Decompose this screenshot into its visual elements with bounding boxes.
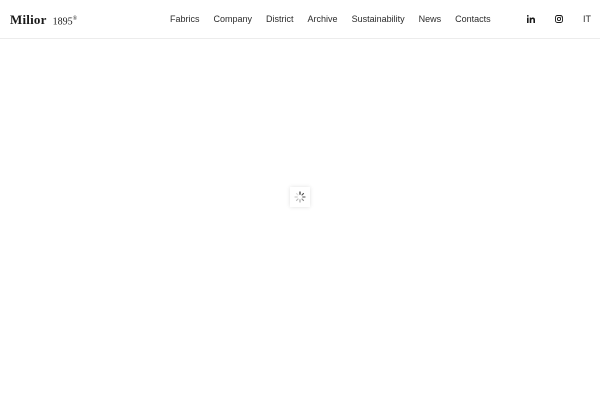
brand-logo[interactable]: Milior 1895® [10, 12, 77, 28]
brand-name: Milior [10, 12, 47, 27]
linkedin-icon[interactable] [525, 13, 537, 25]
loading-spinner [290, 187, 310, 207]
brand-year: 1895® [52, 15, 78, 27]
linkedin-glyph [527, 15, 535, 23]
nav-link-district[interactable]: District [259, 0, 301, 39]
nav-link-archive[interactable]: Archive [301, 0, 345, 39]
spinner-icon [294, 191, 306, 203]
instagram-glyph [555, 15, 563, 23]
nav-link-sustainability[interactable]: Sustainability [345, 0, 412, 39]
main-nav: Fabrics Company District Archive Sustain… [170, 0, 498, 39]
nav-link-company[interactable]: Company [207, 0, 260, 39]
instagram-icon[interactable] [553, 13, 565, 25]
nav-link-fabrics[interactable]: Fabrics [170, 0, 207, 39]
registered-mark: ® [72, 15, 78, 22]
language-switch[interactable]: IT [583, 0, 591, 39]
nav-link-contacts[interactable]: Contacts [448, 0, 498, 39]
nav-link-news[interactable]: News [412, 0, 449, 39]
site-header: Milior 1895® Fabrics Company District Ar… [0, 0, 600, 39]
